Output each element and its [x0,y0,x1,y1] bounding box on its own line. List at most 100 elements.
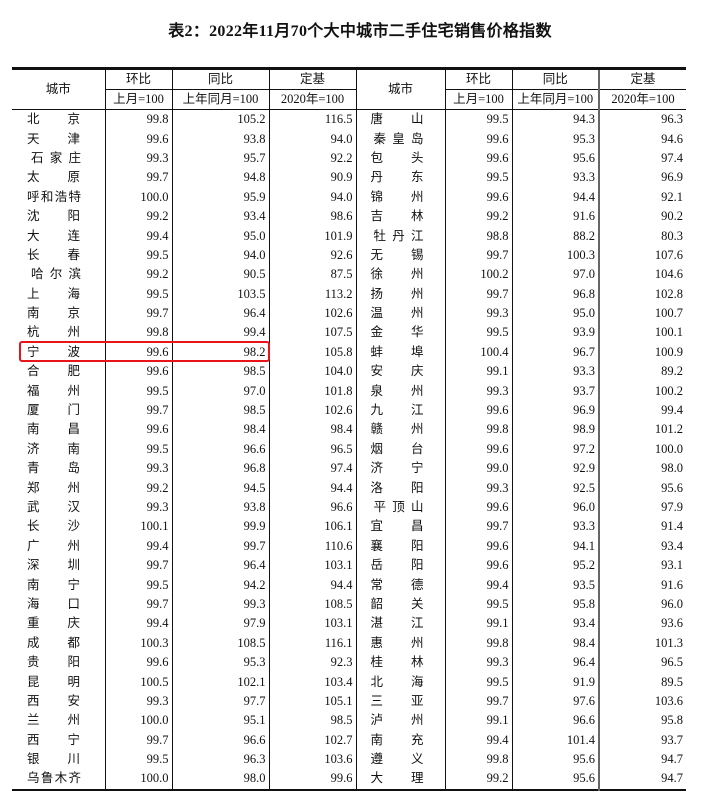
base-value: 96.3 [598,109,686,130]
base-value: 100.9 [598,342,686,363]
yoy-value: 88.2 [511,226,599,246]
table-row: 贵阳 99.6 95.3 92.3 桂林 99.3 96.4 96.5 [12,652,686,673]
city-cell: 呼和浩特 [12,188,105,207]
city-name: 大连 [27,228,80,243]
city-name: 襄阳 [370,538,424,553]
mom-value: 99.5 [444,168,512,188]
city-cell: 南宁 [12,575,105,594]
city-cell: 南京 [12,304,105,323]
yoy-value: 91.6 [511,206,599,227]
base-value: 89.5 [598,672,686,692]
mom-value: 99.1 [444,711,512,731]
city-name: 北海 [370,674,424,689]
city-name: 天津 [27,131,80,146]
yoy-value: 105.2 [171,109,269,130]
city-cell: 秦皇岛 [355,129,445,149]
mom-value: 99.4 [104,614,172,634]
mom-value: 100.2 [444,265,512,285]
base-value: 102.8 [598,284,686,304]
city-cell: 厦门 [12,401,105,420]
mom-value: 99.6 [104,652,172,673]
mom-value: 99.8 [444,749,512,770]
base-value: 93.7 [598,730,686,750]
city-name: 贵阳 [27,655,80,670]
mom-value: 99.7 [104,303,172,324]
mom-value: 99.4 [104,536,172,556]
yoy-value: 98.5 [171,400,269,421]
yoy-value: 98.4 [511,633,599,653]
base-value: 105.1 [268,691,356,712]
yoy-value: 97.0 [171,381,269,401]
table-row: 青岛 99.3 96.8 97.4 济宁 99.0 92.9 98.0 [12,459,686,479]
city-name: 包头 [370,150,424,165]
mom-value: 99.2 [444,769,512,790]
city-cell: 太原 [12,168,105,187]
city-cell: 常德 [355,575,445,595]
header-base-sub: 2020年=100 [598,89,686,110]
base-value: 92.1 [598,187,686,207]
mom-value: 99.6 [444,400,512,421]
city-cell: 岳阳 [355,555,445,576]
table-row: 大连 99.4 95.0 101.9 牡丹江 98.8 88.2 80.3 [12,226,686,246]
mom-value: 99.4 [444,730,512,750]
yoy-value: 92.5 [511,478,599,498]
mom-value: 99.6 [104,342,172,363]
city-name: 宁波 [27,344,80,359]
yoy-value: 96.4 [511,652,599,673]
city-cell: 银川 [12,750,105,769]
yoy-value: 95.1 [171,711,269,731]
yoy-value: 94.2 [171,575,269,595]
table-row: 石家庄 99.3 95.7 92.2 包头 99.6 95.6 97.4 [12,148,686,169]
base-value: 100.2 [598,381,686,401]
city-name: 惠州 [370,635,424,650]
base-value: 94.7 [598,769,686,790]
city-cell: 锦州 [355,187,445,207]
city-cell: 烟台 [355,439,445,460]
city-cell: 贵阳 [12,653,105,672]
yoy-value: 102.1 [171,672,269,692]
yoy-value: 96.7 [511,342,599,363]
city-name: 平顶山 [373,500,424,514]
mom-value: 99.5 [104,575,172,595]
city-name: 乌鲁木齐 [27,771,81,786]
base-value: 95.8 [598,711,686,731]
base-value: 97.9 [598,497,686,518]
table-row: 天津 99.6 93.8 94.0 秦皇岛 99.6 95.3 94.6 [12,129,686,149]
table-row: 海口 99.7 99.3 108.5 韶关 99.5 95.8 96.0 [12,594,686,615]
mom-value: 99.3 [104,148,172,169]
city-name: 西宁 [27,732,80,747]
city-name: 丹东 [370,170,424,185]
city-name: 泸州 [370,713,424,728]
table-row: 厦门 99.7 98.5 102.6 九江 99.6 96.9 99.4 [12,400,686,421]
table-row: 上海 99.5 103.5 113.2 扬州 99.7 96.8 102.8 [12,284,686,304]
city-name: 杭州 [27,325,80,340]
mom-value: 98.8 [444,226,512,246]
yoy-value: 99.3 [171,594,269,615]
yoy-value: 95.0 [171,226,269,246]
base-value: 89.2 [598,362,686,382]
yoy-value: 94.8 [171,168,269,188]
mom-value: 99.8 [444,420,512,440]
yoy-value: 97.0 [511,265,599,285]
table-row: 深圳 99.7 96.4 103.1 岳阳 99.6 95.2 93.1 [12,555,686,576]
table-row: 南昌 99.6 98.4 98.4 赣州 99.8 98.9 101.2 [12,420,686,440]
mom-value: 99.8 [104,109,172,130]
yoy-value: 99.4 [171,323,269,343]
header-base-sub: 2020年=100 [268,89,356,110]
base-value: 98.4 [268,420,356,440]
city-cell: 石家庄 [12,149,105,168]
mom-value: 99.3 [104,459,172,479]
yoy-value: 96.8 [171,459,269,479]
mom-value: 100.3 [104,633,172,653]
city-cell: 平顶山 [355,497,445,518]
base-value: 96.6 [268,497,356,518]
yoy-value: 93.4 [171,206,269,227]
city-name: 武汉 [27,500,80,514]
header-yoy: 同比 [511,68,599,90]
city-cell: 安庆 [355,362,445,382]
city-cell: 哈尔滨 [12,265,105,284]
yoy-value: 96.4 [171,555,269,576]
city-name: 济南 [27,441,80,456]
mom-value: 99.6 [444,497,512,518]
city-name: 重庆 [27,616,80,631]
